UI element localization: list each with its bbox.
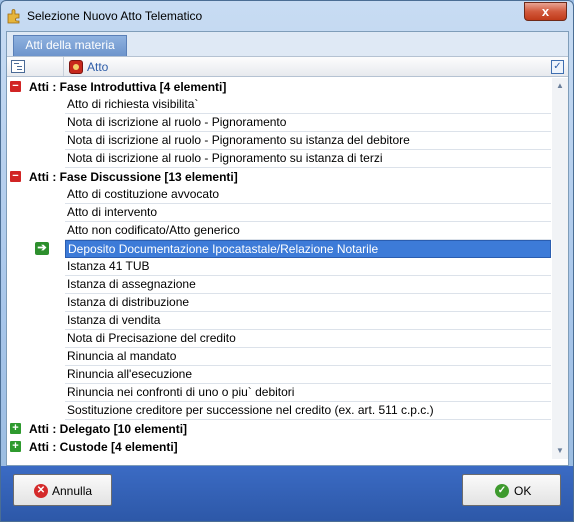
item-label: Istanza 41 TUB <box>65 258 551 276</box>
list-item[interactable]: Istanza di assegnazione <box>7 276 552 294</box>
document-icon <box>69 60 83 74</box>
list-item[interactable]: Rinuncia al mandato <box>7 348 552 366</box>
window-title: Selezione Nuovo Atto Telematico <box>27 9 203 23</box>
title-bar[interactable]: Selezione Nuovo Atto Telematico x <box>1 1 573 31</box>
collapse-icon[interactable]: − <box>10 81 21 92</box>
item-label: Nota di iscrizione al ruolo - Pignoramen… <box>65 132 551 150</box>
item-label: Sostituzione creditore per successione n… <box>65 402 551 420</box>
scroll-down-icon[interactable]: ▼ <box>552 443 568 459</box>
cancel-button-label: Annulla <box>52 484 93 498</box>
expand-icon[interactable]: + <box>10 441 21 452</box>
list-item[interactable]: Atto di costituzione avvocato <box>7 186 552 204</box>
group-row[interactable]: − Atti : Fase Introduttiva [4 elementi] <box>7 78 552 96</box>
check-icon: ✓ <box>495 484 509 498</box>
grid-rows: − Atti : Fase Introduttiva [4 elementi] At… <box>7 78 552 458</box>
list-item[interactable]: Atto di richiesta visibilita` <box>7 96 552 114</box>
ok-button-label: OK <box>514 484 532 498</box>
scroll-up-icon[interactable]: ▲ <box>552 78 568 94</box>
list-item[interactable]: Istanza di vendita <box>7 312 552 330</box>
ok-button[interactable]: ✓ OK <box>462 474 561 506</box>
group-by-icon[interactable] <box>11 60 25 73</box>
item-label: Rinuncia al mandato <box>65 348 551 366</box>
item-label: Rinuncia all'esecuzione <box>65 366 551 384</box>
item-label: Atto di richiesta visibilita` <box>65 96 551 114</box>
group-row[interactable]: + Atti : Custode [4 elementi] <box>7 438 552 456</box>
list-item[interactable]: Rinuncia all'esecuzione <box>7 366 552 384</box>
dialog-window: Selezione Nuovo Atto Telematico x Atti d… <box>0 0 574 522</box>
tab-strip: Atti della materia <box>7 32 568 56</box>
list-item[interactable]: Atto non codificato/Atto generico <box>7 222 552 240</box>
cancel-button[interactable]: ✕ Annulla <box>13 474 112 506</box>
item-label: Rinuncia nei confronti di uno o piu` deb… <box>65 384 551 402</box>
item-label: Nota di iscrizione al ruolo - Pignoramen… <box>65 114 551 132</box>
column-chooser-icon[interactable]: ✓ <box>551 60 564 74</box>
header-separator <box>63 57 64 76</box>
list-item[interactable]: Sostituzione creditore per successione n… <box>7 402 552 420</box>
item-label: Nota di Precisazione del credito <box>65 330 551 348</box>
group-label: Atti : Fase Introduttiva [4 elementi] <box>29 80 227 94</box>
tab-atti-della-materia[interactable]: Atti della materia <box>13 35 127 56</box>
cancel-icon: ✕ <box>34 484 48 498</box>
list-item[interactable]: Istanza 41 TUB <box>7 258 552 276</box>
list-item[interactable]: Rinuncia nei confronti di uno o piu` deb… <box>7 384 552 402</box>
collapse-icon[interactable]: − <box>10 171 21 182</box>
list-item-selected[interactable]: ➔ Deposito Documentazione Ipocatastale/Re… <box>7 240 552 258</box>
list-item[interactable]: Nota di iscrizione al ruolo - Pignoramen… <box>7 114 552 132</box>
item-label: Istanza di distribuzione <box>65 294 551 312</box>
item-label: Istanza di vendita <box>65 312 551 330</box>
vertical-scrollbar[interactable]: ▲ ▼ <box>552 78 568 459</box>
list-item[interactable]: Atto di intervento <box>7 204 552 222</box>
close-button[interactable]: x <box>524 2 567 21</box>
item-label: Nota di iscrizione al ruolo - Pignoramen… <box>65 150 551 168</box>
list-item[interactable]: Istanza di distribuzione <box>7 294 552 312</box>
item-label: Istanza di assegnazione <box>65 276 551 294</box>
expand-icon[interactable]: + <box>10 423 21 434</box>
list-item[interactable]: Nota di Precisazione del credito <box>7 330 552 348</box>
main-panel: Atti della materia Atto ✓ − Atti : Fase I… <box>6 31 569 466</box>
list-item[interactable]: Nota di iscrizione al ruolo - Pignoramen… <box>7 150 552 168</box>
item-label: Atto non codificato/Atto generico <box>65 222 551 240</box>
column-header-atto[interactable]: Atto <box>87 60 108 74</box>
list-item[interactable]: Nota di iscrizione al ruolo - Pignoramen… <box>7 132 552 150</box>
item-label: Deposito Documentazione Ipocatastale/Rel… <box>65 240 551 258</box>
current-row-arrow-icon: ➔ <box>35 242 49 255</box>
item-label: Atto di intervento <box>65 204 551 222</box>
button-bar: ✕ Annulla ✓ OK <box>1 466 573 521</box>
group-label: Atti : Custode [4 elementi] <box>29 440 178 454</box>
group-label: Atti : Fase Discussione [13 elementi] <box>29 170 238 184</box>
group-row[interactable]: + Atti : Delegato [10 elementi] <box>7 420 552 438</box>
group-label: Atti : Delegato [10 elementi] <box>29 422 188 436</box>
grid-header: Atto ✓ <box>7 56 568 77</box>
group-row[interactable]: − Atti : Fase Discussione [13 elementi] <box>7 168 552 186</box>
app-puzzle-icon <box>7 9 20 24</box>
item-label: Atto di costituzione avvocato <box>65 186 551 204</box>
